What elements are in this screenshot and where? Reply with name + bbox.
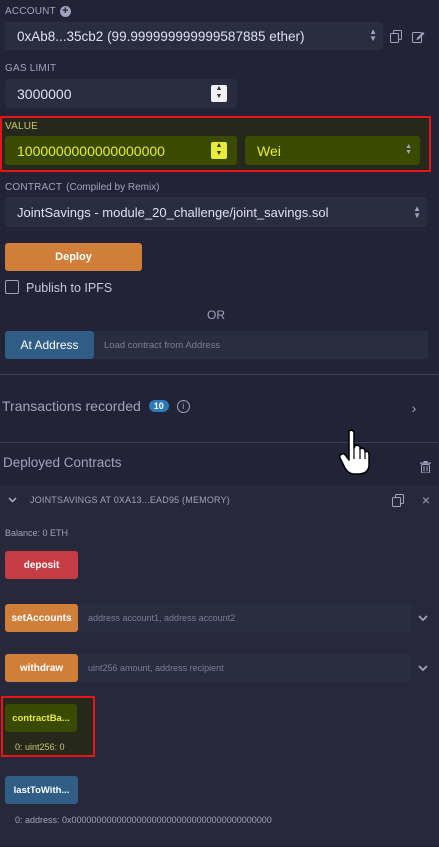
- contract-selected: JointSavings - module_20_challenge/joint…: [17, 204, 329, 220]
- or-divider-label: OR: [207, 308, 225, 322]
- close-icon[interactable]: ×: [420, 492, 432, 508]
- plus-circle-icon[interactable]: +: [59, 6, 71, 17]
- spinner-icon[interactable]: ▲ ▼: [211, 142, 227, 159]
- contract-balance-button[interactable]: contractBa...: [5, 704, 77, 732]
- value-amount: 1000000000000000000: [17, 142, 165, 159]
- contract-balance-result: 0: uint256: 0: [15, 742, 65, 752]
- trash-icon[interactable]: [419, 460, 431, 474]
- account-label-row: ACCOUNT +: [5, 6, 71, 17]
- value-label: VALUE: [5, 121, 39, 132]
- info-icon[interactable]: i: [176, 399, 190, 413]
- gas-limit-value: 3000000: [17, 85, 72, 102]
- hand-cursor-icon: [338, 428, 372, 476]
- contract-label-row: CONTRACT (Compiled by Remix): [5, 182, 160, 193]
- divider: [0, 442, 439, 443]
- deposit-button[interactable]: deposit: [5, 551, 78, 579]
- spinner-icon[interactable]: ▲ ▼: [211, 85, 227, 102]
- publish-ipfs-label: Publish to IPFS: [26, 281, 113, 295]
- select-updown-icon: ▲ ▼: [405, 143, 412, 156]
- instance-balance: Balance: 0 ETH: [5, 528, 69, 538]
- set-accounts-button[interactable]: setAccounts: [5, 604, 78, 632]
- withdraw-input[interactable]: uint256 amount, address recipient: [78, 654, 411, 682]
- chevron-right-icon[interactable]: ›: [408, 400, 420, 416]
- chevron-down-icon[interactable]: [7, 494, 17, 506]
- value-amount-input[interactable]: 1000000000000000000 ▲ ▼: [5, 136, 237, 165]
- deploy-button[interactable]: Deploy: [5, 243, 142, 271]
- gas-limit-label: GAS LIMIT: [5, 63, 57, 74]
- copy-icon[interactable]: [391, 493, 405, 507]
- select-updown-icon: ▲ ▼: [369, 27, 377, 43]
- select-updown-icon: ▲ ▼: [413, 204, 421, 220]
- transactions-label: Transactions recorded: [2, 398, 141, 414]
- chevron-down-icon[interactable]: [416, 612, 430, 624]
- transactions-count-badge: 10: [148, 400, 169, 412]
- set-accounts-input[interactable]: address account1, address account2: [78, 604, 411, 632]
- publish-ipfs-checkbox[interactable]: [5, 280, 19, 294]
- edit-icon[interactable]: [411, 29, 425, 43]
- account-value: 0xAb8...35cb2 (99.999999999999587885 eth…: [17, 28, 305, 44]
- chevron-down-icon[interactable]: [416, 662, 430, 674]
- divider: [0, 374, 439, 375]
- instance-title: JOINTSAVINGS AT 0XA13...EAD95 (MEMORY): [30, 495, 230, 505]
- account-select[interactable]: 0xAb8...35cb2 (99.999999999999587885 eth…: [5, 22, 383, 50]
- contract-label: CONTRACT: [5, 182, 63, 193]
- withdraw-button[interactable]: withdraw: [5, 654, 78, 682]
- last-to-withdraw-button[interactable]: lastToWith...: [5, 776, 78, 804]
- at-address-input[interactable]: Load contract from Address: [94, 331, 428, 359]
- value-unit-select[interactable]: Wei ▲ ▼: [245, 136, 420, 165]
- last-to-withdraw-result: 0: address: 0x00000000000000000000000000…: [15, 815, 272, 825]
- account-label: ACCOUNT: [5, 6, 56, 17]
- at-address-button[interactable]: At Address: [5, 331, 94, 359]
- deployed-contracts-title: Deployed Contracts: [3, 455, 122, 470]
- copy-icon[interactable]: [389, 29, 403, 43]
- gas-limit-input[interactable]: 3000000 ▲ ▼: [5, 79, 237, 108]
- transactions-recorded-row[interactable]: Transactions recorded 10 i: [2, 398, 190, 414]
- value-unit: Wei: [257, 142, 281, 159]
- compiled-note: (Compiled by Remix): [66, 182, 160, 193]
- contract-select[interactable]: JointSavings - module_20_challenge/joint…: [5, 197, 427, 227]
